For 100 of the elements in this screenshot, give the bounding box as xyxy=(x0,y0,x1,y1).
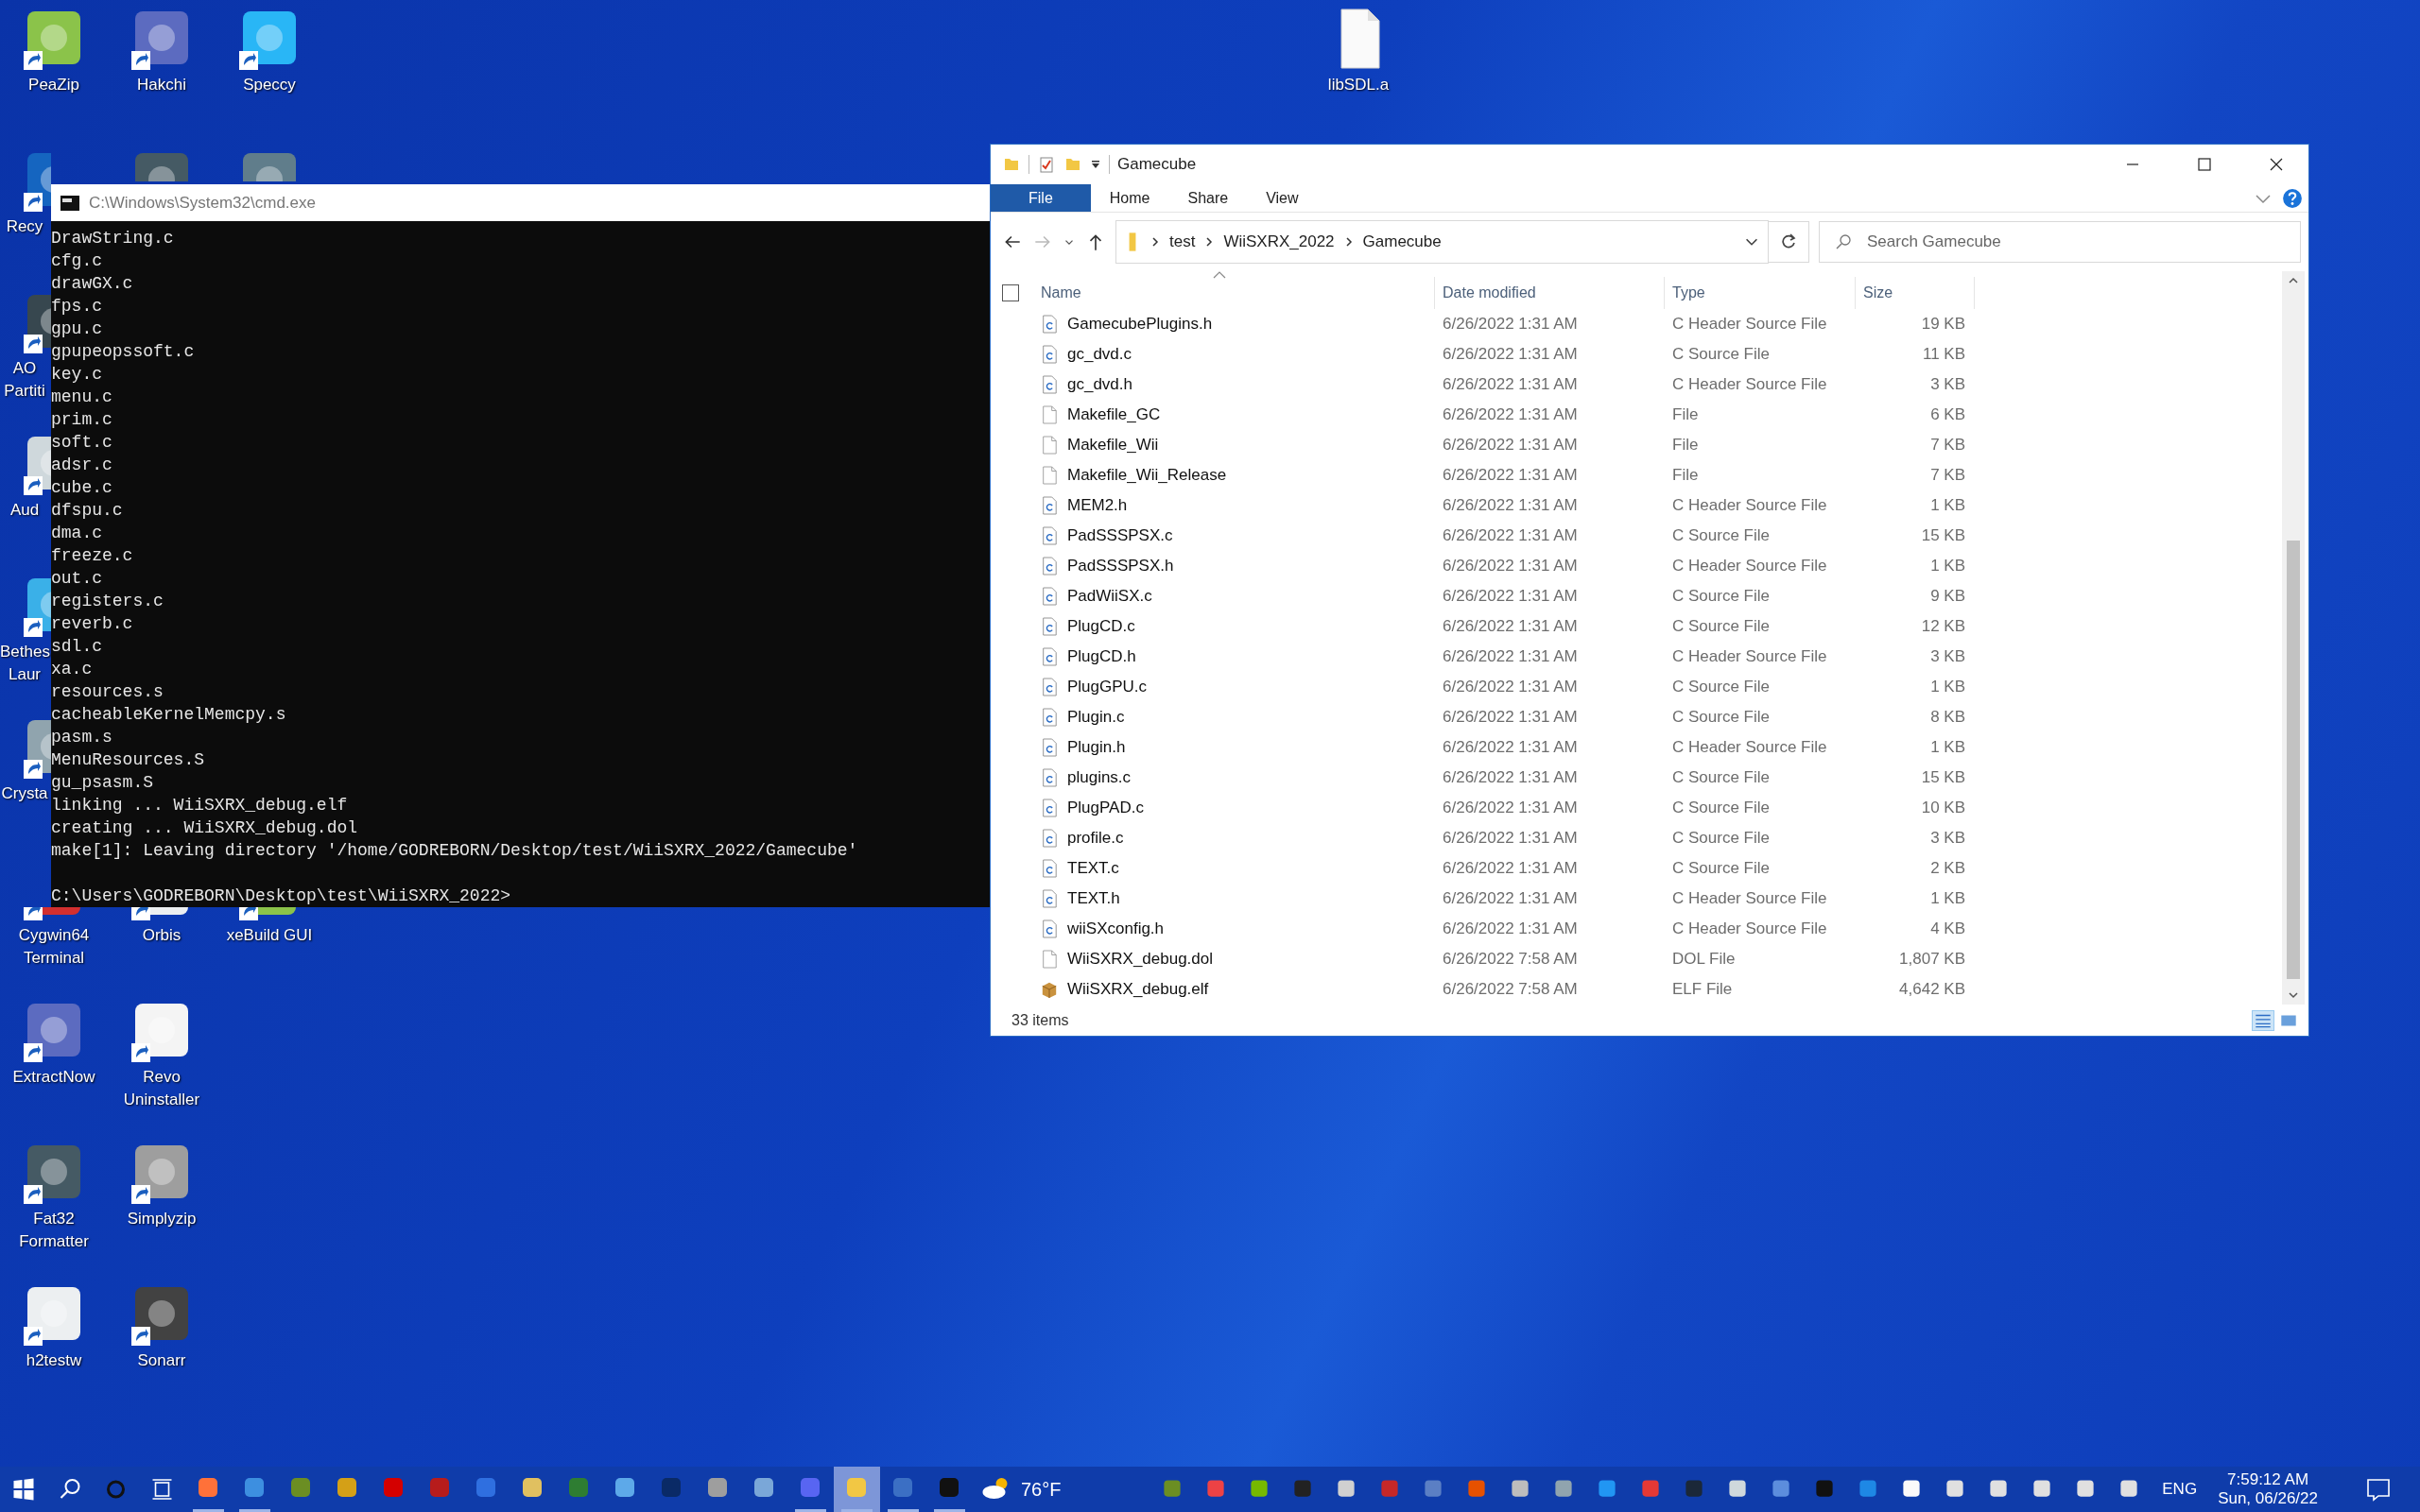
details-view-icon[interactable] xyxy=(2252,1009,2274,1031)
search-field[interactable]: Search Gamecube xyxy=(1819,221,2301,264)
type-cell-text: C Source File xyxy=(1671,587,1771,607)
file-name[interactable]: WiiSXRX_debug.dol xyxy=(1067,950,1435,970)
help-icon[interactable] xyxy=(2282,187,2303,209)
column-header[interactable]: Date modified xyxy=(1435,277,1665,310)
file-name[interactable]: profile.c xyxy=(1067,829,1435,849)
size-cell-text: 2 KB xyxy=(1929,859,1966,879)
file-name[interactable]: PlugPAD.c xyxy=(1067,799,1435,818)
icon-label[interactable]: AO Partiti xyxy=(0,357,49,403)
icon-label[interactable]: Bethes Laur xyxy=(0,641,49,686)
icon-label[interactable]: PeaZip xyxy=(28,74,79,96)
size-cell-text: 12 KB xyxy=(1920,617,1966,637)
file-name[interactable]: PadWiiSX.c xyxy=(1067,587,1435,607)
file-name[interactable]: gc_dvd.c xyxy=(1067,345,1435,365)
column-header[interactable]: Type xyxy=(1665,277,1856,310)
source-file-icon xyxy=(1041,859,1058,879)
file-name[interactable]: PlugCD.c xyxy=(1067,617,1435,637)
console-line: make[1]: Leaving directory '/home/GODREBORN/Desktop/test/WiiSXRX_2022/Gamecube' xyxy=(51,840,859,862)
icon-label[interactable]: Cygwin64 Terminal xyxy=(3,924,105,970)
app-icon xyxy=(245,1478,264,1497)
file-name[interactable]: TEXT.h xyxy=(1067,889,1435,909)
window-title: Gamecube xyxy=(1117,155,1197,175)
icon-label[interactable]: h2testw xyxy=(26,1349,82,1372)
scrollbar[interactable] xyxy=(2282,271,2305,1005)
file-name[interactable]: MEM2.h xyxy=(1067,496,1435,516)
icon-label[interactable]: Recy xyxy=(0,215,49,238)
type-cell-text: C Header Source File xyxy=(1671,315,1828,335)
icon-label[interactable]: Simplyzip xyxy=(127,1208,197,1230)
date-cell-text: 6/26/2022 1:31 AM xyxy=(1442,466,1579,486)
file-name[interactable]: GamecubePlugins.h xyxy=(1067,315,1435,335)
source-file-icon xyxy=(1041,587,1058,607)
file-name[interactable]: TEXT.c xyxy=(1067,859,1435,879)
date-cell-text: 6/26/2022 7:58 AM xyxy=(1442,950,1579,970)
source-file-icon xyxy=(1041,375,1058,395)
icon-label[interactable]: libSDL.a xyxy=(1327,74,1390,96)
icon-label[interactable]: Revo Uninstaller xyxy=(111,1066,213,1111)
file-name[interactable]: Plugin.h xyxy=(1067,738,1435,758)
file-name[interactable]: gc_dvd.h xyxy=(1067,375,1435,395)
type-cell-text: C Source File xyxy=(1671,345,1771,365)
size-cell-text: 10 KB xyxy=(1920,799,1966,818)
column-header[interactable]: Name xyxy=(1041,277,1435,310)
console-line: pasm.s xyxy=(51,727,113,748)
column-header[interactable]: Size xyxy=(1856,277,1975,310)
file-name[interactable]: Makefile_Wii_Release xyxy=(1067,466,1435,486)
icon-label[interactable]: xeBuild GUI xyxy=(226,924,313,947)
file-name[interactable]: wiiSXconfig.h xyxy=(1067,919,1435,939)
type-cell-text: File xyxy=(1671,466,1700,486)
icon-label[interactable]: Crysta xyxy=(0,782,49,805)
item-count: 33 items xyxy=(1011,1011,1069,1029)
file-name[interactable]: Plugin.c xyxy=(1067,708,1435,728)
console-line: cacheableKernelMemcpy.s xyxy=(51,704,287,726)
weather-temperature[interactable]: 76°F xyxy=(1021,1478,1062,1501)
properties-icon[interactable] xyxy=(1037,155,1056,175)
icon-label[interactable]: Sonarr xyxy=(137,1349,186,1372)
source-file-icon xyxy=(1041,496,1058,516)
type-cell-text: File xyxy=(1671,436,1700,455)
console-line: reverb.c xyxy=(51,613,134,635)
icon-label[interactable]: Aud xyxy=(0,499,49,522)
ribbon-tab[interactable]: Share xyxy=(1168,184,1248,213)
icon-label[interactable]: Fat32 Formatter xyxy=(3,1208,105,1253)
file-name[interactable]: Makefile_Wii xyxy=(1067,436,1435,455)
console-line: drawGX.c xyxy=(51,273,134,295)
file-icon xyxy=(1041,950,1058,970)
breadcrumb-item[interactable]: test xyxy=(1169,232,1196,252)
file-name[interactable]: PlugGPU.c xyxy=(1067,678,1435,697)
file-name[interactable]: plugins.c xyxy=(1067,768,1435,788)
icon-label[interactable]: Hakchi xyxy=(137,74,186,96)
ribbon-tab[interactable]: File xyxy=(991,184,1091,213)
type-cell-text: File xyxy=(1671,405,1700,425)
refresh-button[interactable] xyxy=(1768,221,1809,264)
icon-label[interactable]: Orbis xyxy=(142,924,182,947)
console-line: gpu.c xyxy=(51,318,103,340)
console-line: menu.c xyxy=(51,387,113,408)
size-cell-text: 3 KB xyxy=(1929,647,1966,667)
icon-label[interactable]: ExtractNow xyxy=(12,1066,95,1089)
source-file-icon xyxy=(1041,557,1058,576)
running-indicator xyxy=(841,1509,873,1512)
select-all-checkbox[interactable] xyxy=(1002,284,1019,302)
file-name[interactable]: Makefile_GC xyxy=(1067,405,1435,425)
type-cell-text: C Header Source File xyxy=(1671,647,1828,667)
ribbon-tab[interactable]: Home xyxy=(1090,184,1169,213)
file-name[interactable]: WiiSXRX_debug.elf xyxy=(1067,980,1435,1000)
breadcrumb-item[interactable]: WiiSXRX_2022 xyxy=(1223,232,1335,252)
date-cell-text: 6/26/2022 1:31 AM xyxy=(1442,829,1579,849)
file-name[interactable]: PadSSSPSX.c xyxy=(1067,526,1435,546)
ribbon-tab[interactable]: View xyxy=(1247,184,1318,213)
scroll-thumb[interactable] xyxy=(2287,541,2300,979)
clock[interactable]: 7:59:12 AM Sun, 06/26/22 xyxy=(2218,1470,2318,1508)
date-cell-text: 6/26/2022 1:31 AM xyxy=(1442,315,1579,335)
date-cell-text: 6/26/2022 1:31 AM xyxy=(1442,526,1579,546)
app-icon xyxy=(430,1478,449,1497)
icon-label[interactable]: Speccy xyxy=(243,74,296,96)
breadcrumb-item[interactable]: Gamecube xyxy=(1362,232,1442,252)
file-name[interactable]: PlugCD.h xyxy=(1067,647,1435,667)
app-icon xyxy=(847,1478,866,1497)
language-indicator[interactable]: ENG xyxy=(2162,1480,2198,1499)
address-bar[interactable]: test WiiSXRX_2022 Gamecube xyxy=(1115,220,1769,265)
file-name[interactable]: PadSSSPSX.h xyxy=(1067,557,1435,576)
console-line: DrawString.c xyxy=(51,228,175,249)
